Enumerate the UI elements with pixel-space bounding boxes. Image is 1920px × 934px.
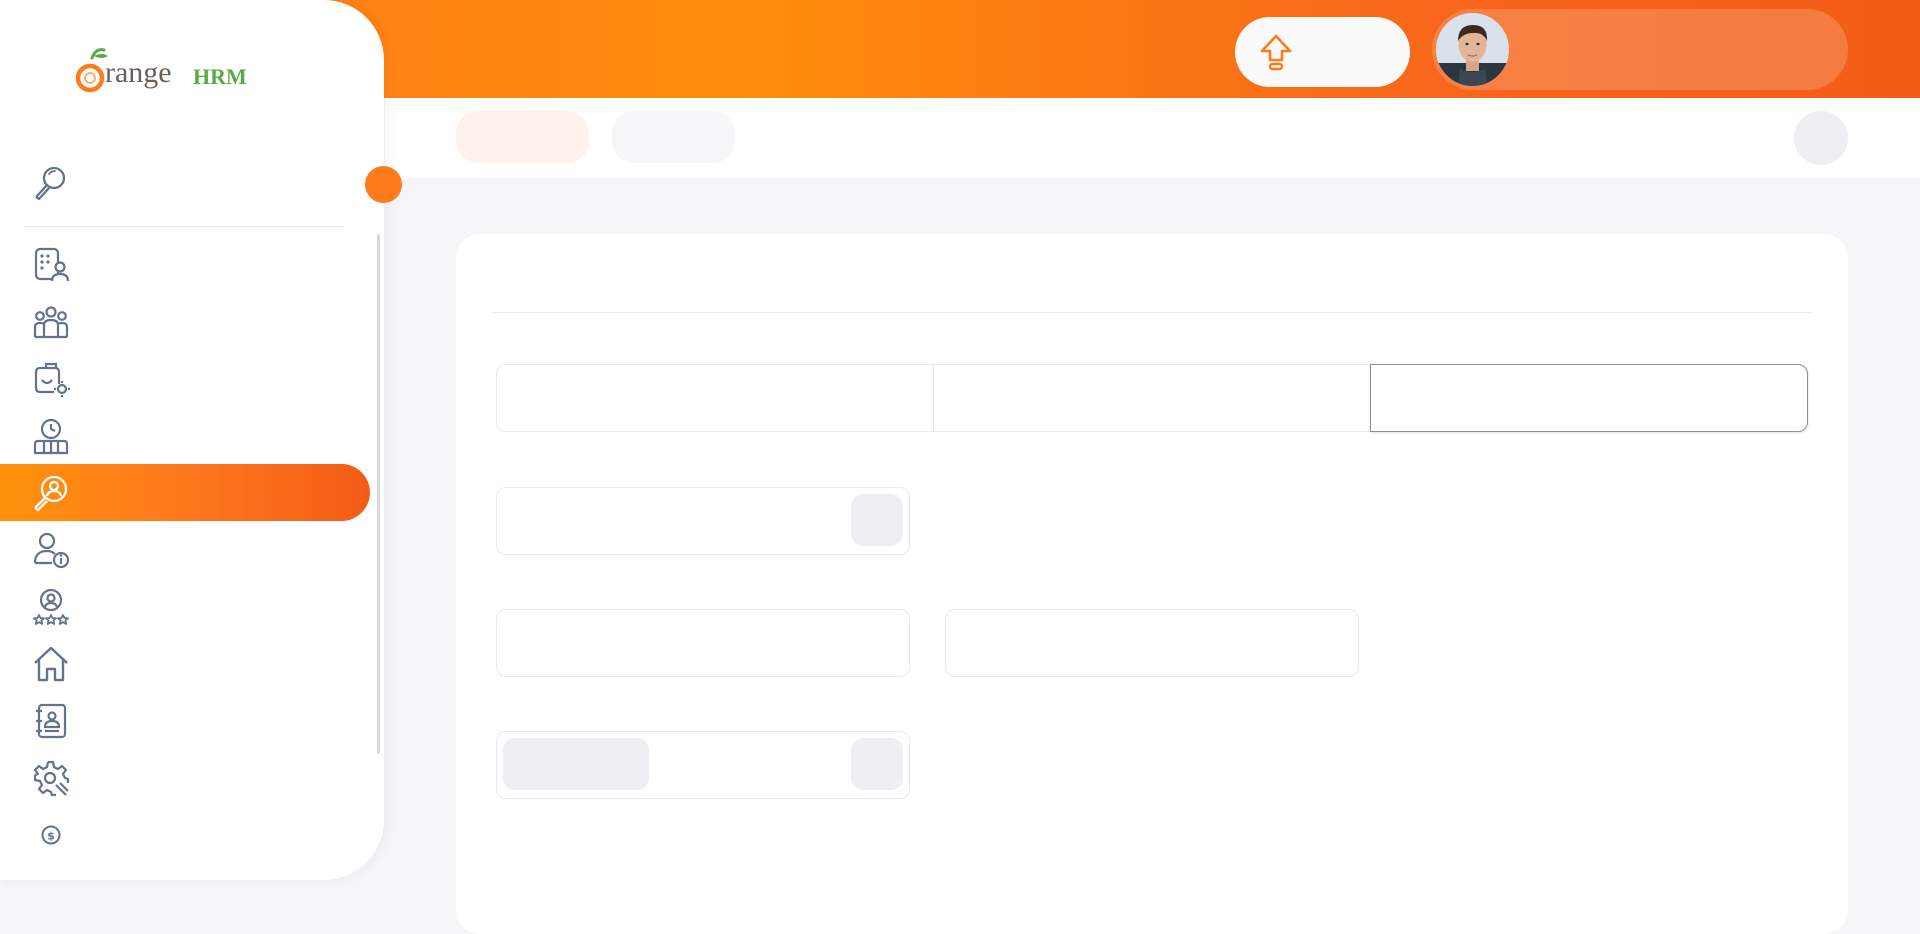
sidebar-item-leave[interactable] (0, 350, 370, 407)
search-icon (35, 166, 66, 201)
performance-icon (33, 588, 69, 625)
sub-navigation (385, 98, 1920, 178)
logo-text-hrm: HRM (193, 64, 247, 89)
sidebar-divider (24, 226, 344, 227)
sidebar-item-dashboard[interactable] (0, 635, 370, 692)
file-action-button[interactable] (851, 738, 903, 790)
buzz-icon: $ (41, 825, 61, 845)
user-avatar (1436, 13, 1509, 86)
employee-id-action-button[interactable] (851, 494, 903, 546)
sidebar: range HRM $ (0, 0, 384, 880)
pim-icon (33, 306, 69, 339)
help-button[interactable] (1794, 111, 1848, 165)
admin-icon (34, 247, 70, 282)
my-info-icon (33, 532, 70, 569)
upgrade-button[interactable] (1235, 17, 1410, 87)
employee-id-field[interactable] (496, 487, 910, 555)
form-divider (493, 312, 1811, 313)
sidebar-item-performance[interactable] (0, 578, 370, 635)
tab-active[interactable] (456, 111, 589, 163)
sidebar-item-buzz[interactable]: $ (0, 806, 370, 863)
dashboard-icon (34, 646, 68, 682)
sidebar-item-pim[interactable] (0, 293, 370, 350)
form-card (456, 234, 1848, 934)
sidebar-item-directory[interactable] (0, 692, 370, 749)
sidebar-scrollbar[interactable] (377, 234, 380, 754)
browse-button[interactable] (503, 738, 649, 790)
sidebar-item-maintenance[interactable] (0, 749, 370, 806)
upgrade-arrow-icon (1260, 34, 1292, 71)
maintenance-icon (33, 760, 70, 797)
sidebar-item-admin[interactable] (0, 236, 370, 293)
recruitment-icon (34, 475, 68, 512)
svg-text:$: $ (47, 830, 55, 843)
other-id-field[interactable] (496, 609, 910, 677)
file-upload-field[interactable] (496, 731, 910, 799)
sidebar-collapse-button[interactable] (365, 166, 402, 203)
last-name-field[interactable] (1370, 364, 1808, 432)
first-name-field[interactable] (496, 364, 934, 432)
middle-name-field[interactable] (933, 364, 1371, 432)
directory-icon (36, 703, 67, 739)
orangehrm-logo: range HRM (75, 48, 247, 93)
drivers-license-field[interactable] (945, 609, 1359, 677)
sidebar-item-time[interactable] (0, 407, 370, 464)
user-dropdown[interactable] (1432, 9, 1848, 90)
sidebar-item-recruitment[interactable] (0, 464, 370, 521)
leave-icon (34, 362, 70, 397)
tab-secondary[interactable] (612, 111, 735, 163)
sidebar-search[interactable] (0, 160, 384, 208)
time-icon (33, 418, 69, 455)
sidebar-item-my-info[interactable] (0, 521, 370, 578)
logo-text-range: range (105, 56, 172, 89)
